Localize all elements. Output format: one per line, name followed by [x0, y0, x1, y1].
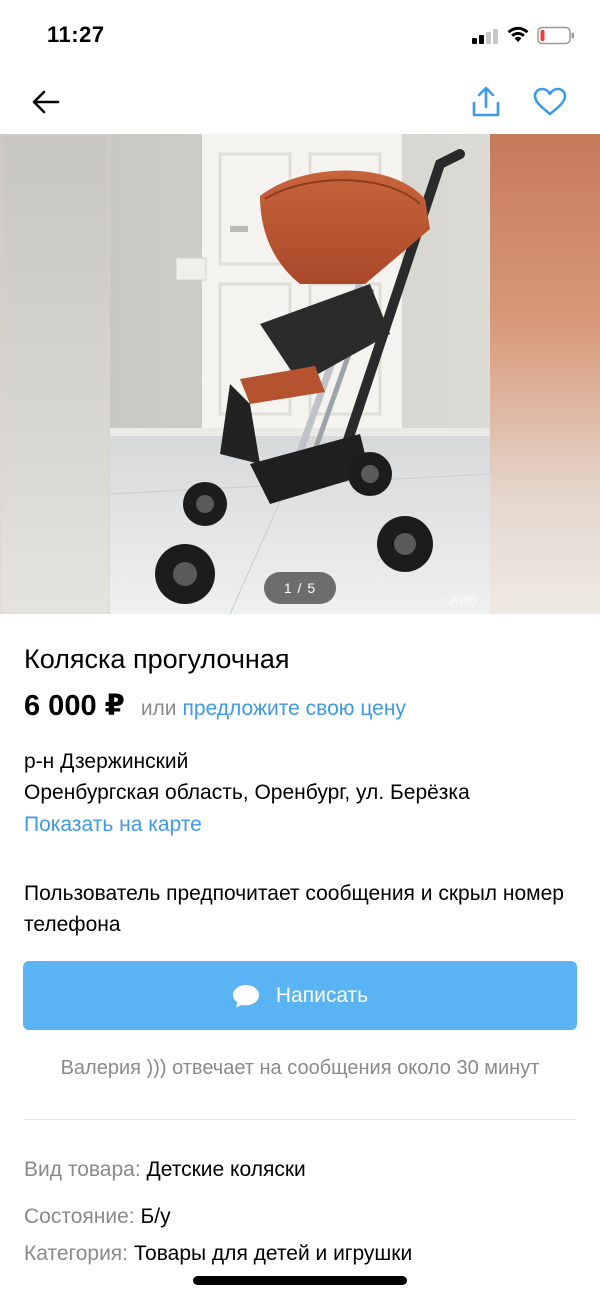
favorite-button[interactable]: [530, 82, 570, 122]
heart-outline-icon: [533, 87, 567, 116]
share-icon: [472, 86, 500, 117]
offer-price-link[interactable]: предложите свою цену: [183, 697, 406, 721]
photo-page-indicator: 1 / 5: [264, 572, 336, 604]
status-time: 11:27: [47, 22, 105, 47]
param-value: Детские коляски: [146, 1158, 306, 1181]
param-label: Вид товара:: [24, 1158, 141, 1181]
show-on-map-link[interactable]: Показать на карте: [24, 813, 202, 837]
district: р-н Дзержинский: [24, 750, 189, 773]
avito-watermark: ⁘ Avito: [437, 593, 477, 607]
avito-watermark-label: Avito: [450, 593, 477, 607]
param-item-type: Вид товара: Детские коляски: [24, 1158, 306, 1182]
write-message-label: Написать: [275, 983, 369, 1007]
home-indicator[interactable]: [193, 1276, 407, 1285]
param-value: Товары для детей и игрушки: [133, 1242, 413, 1265]
price: 6 000 ₽: [24, 690, 125, 722]
price-or-label: или: [140, 697, 177, 720]
contact-preference-note: Пользователь предпочитает сообщения и ск…: [24, 882, 564, 936]
chat-bubble-icon: [232, 984, 259, 1007]
seller-reply-time: Валерия ))) отвечает на сообщения около …: [60, 1057, 540, 1079]
share-button[interactable]: [466, 82, 506, 122]
wifi-icon: [505, 24, 531, 44]
avito-logo-icon: ⁘: [437, 593, 448, 607]
param-value: Б/у: [140, 1205, 171, 1228]
param-category: Категория: Товары для детей и игрушки: [24, 1242, 412, 1266]
listing-title: Коляска прогулочная: [24, 644, 290, 674]
param-condition: Состояние: Б/у: [24, 1205, 171, 1229]
address: Оренбургская область, Оренбург, ул. Берё…: [24, 781, 470, 804]
photo-gallery[interactable]: 1 / 5 ⁘ Avito: [0, 134, 600, 614]
previous-photo-preview: [0, 134, 110, 614]
nav-bar: [0, 72, 600, 134]
stroller-photo: [110, 134, 490, 614]
divider: [24, 1119, 576, 1120]
status-bar: 11:27: [0, 0, 600, 72]
back-button[interactable]: [26, 82, 66, 122]
next-photo-preview: [490, 134, 600, 614]
param-label: Категория:: [24, 1242, 129, 1265]
cellular-signal-icon: [472, 28, 500, 44]
price-row: 6 000 ₽ или предложите свою цену: [24, 688, 406, 723]
write-message-button[interactable]: Написать: [23, 961, 577, 1030]
param-label: Состояние:: [24, 1205, 135, 1228]
battery-icon: [537, 26, 575, 45]
arrow-left-icon: [32, 90, 60, 114]
